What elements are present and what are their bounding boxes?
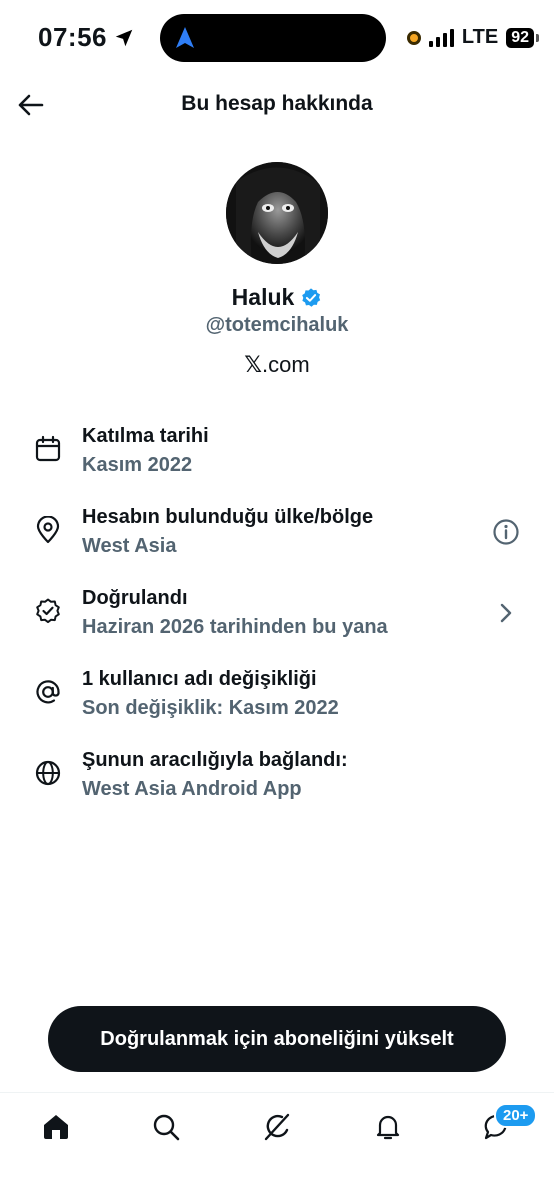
avatar[interactable] (226, 162, 328, 264)
status-bar: 07:56 LTE 92 (0, 0, 554, 80)
status-time: 07:56 (38, 22, 135, 53)
info-subtitle: Kasım 2022 (82, 454, 193, 476)
info-title: Doğrulandı (82, 587, 188, 609)
globe-icon (35, 760, 61, 786)
battery-indicator: 92 (506, 27, 539, 48)
bell-icon (376, 1115, 400, 1140)
info-title: Hesabın bulunduğu ülke/bölge (82, 506, 374, 528)
page-header: Bu hesap hakkında (0, 80, 554, 130)
status-time-text: 07:56 (38, 22, 107, 52)
info-title: Katılma tarihi (82, 425, 209, 447)
search-icon (153, 1114, 180, 1141)
upgrade-subscription-button[interactable]: Doğrulanmak için aboneliğini yükselt (48, 1006, 506, 1072)
dynamic-island (160, 14, 386, 62)
nav-search[interactable] (150, 1111, 182, 1143)
bottom-nav: 20+ (0, 1092, 554, 1200)
chevron-right-icon (500, 603, 512, 623)
site-suffix: .com (262, 352, 310, 377)
recording-indicator-icon (406, 30, 421, 45)
nav-notifications[interactable] (372, 1111, 404, 1143)
info-item-connected-via: Şunun aracılığıyla bağlandı: West Asia A… (0, 749, 554, 819)
home-icon (44, 1115, 68, 1139)
status-indicators: LTE 92 (406, 26, 539, 49)
nav-grok[interactable] (261, 1111, 293, 1143)
verified-badge-icon (36, 598, 60, 624)
location-arrow-icon (115, 29, 133, 46)
grok-icon (264, 1113, 290, 1141)
info-subtitle: West Asia Android App (82, 778, 302, 800)
info-item-joined: Katılma tarihi Kasım 2022 (0, 425, 554, 495)
calendar-icon (35, 435, 61, 462)
location-pin-icon (36, 516, 60, 544)
info-item-location: Hesabın bulunduğu ülke/bölge West Asia (0, 506, 554, 576)
info-item-verified[interactable]: Doğrulandı Haziran 2026 tarihinden bu ya… (0, 587, 554, 657)
navigation-arrow-icon (176, 27, 194, 48)
nav-home[interactable] (40, 1111, 72, 1143)
page-title: Bu hesap hakkında (181, 92, 373, 115)
info-title: 1 kullanıcı adı değişikliği (82, 668, 317, 690)
info-item-username-changes: 1 kullanıcı adı değişikliği Son değişikl… (0, 668, 554, 738)
cellular-signal-icon (428, 28, 454, 47)
site-label: 𝕏.com (0, 352, 554, 378)
at-sign-icon (36, 680, 60, 704)
info-subtitle: Son değişiklik: Kasım 2022 (82, 697, 339, 719)
profile-name-row: Haluk (0, 284, 554, 311)
network-type: LTE (461, 26, 499, 48)
location-info-button[interactable] (492, 518, 520, 546)
verified-check-icon (302, 287, 321, 307)
info-title: Şunun aracılığıyla bağlandı: (82, 749, 348, 771)
info-icon (493, 519, 519, 545)
verified-details-button[interactable] (492, 599, 520, 627)
messages-badge: 20+ (494, 1103, 538, 1128)
profile-handle: @totemcihaluk (205, 314, 349, 336)
profile-name: Haluk (231, 284, 295, 310)
info-subtitle: West Asia (82, 535, 177, 557)
info-subtitle: Haziran 2026 tarihinden bu yana (82, 616, 388, 638)
x-logo-icon: 𝕏 (244, 352, 263, 377)
